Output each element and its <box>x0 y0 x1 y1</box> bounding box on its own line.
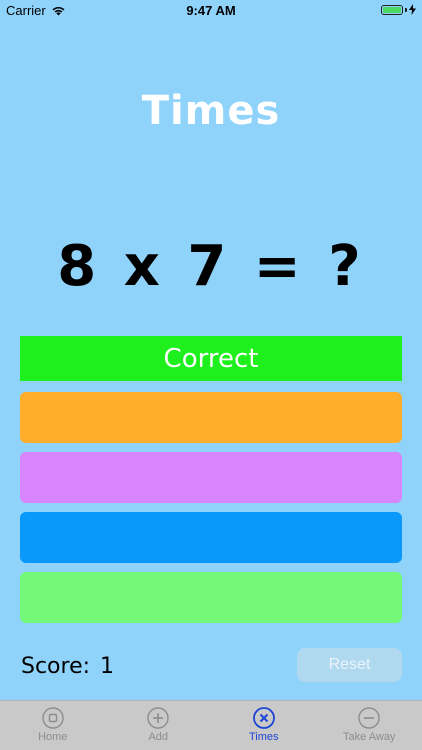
tab-home[interactable]: Home <box>0 701 106 750</box>
answer-feedback-bar: Correct <box>20 336 402 381</box>
score-value: 1 <box>100 654 115 679</box>
plus-circle-icon <box>147 707 169 729</box>
tab-label: Take Away <box>343 731 396 743</box>
charging-bolt-icon <box>409 4 416 15</box>
reset-label: Reset <box>328 656 371 673</box>
page-title: Times <box>141 88 281 134</box>
tab-label: Times <box>248 731 279 743</box>
status-time: 9:47 AM <box>186 3 236 18</box>
answer-button-orange[interactable] <box>20 392 402 443</box>
score-label: Score: <box>21 654 91 679</box>
reset-button[interactable]: Reset <box>297 648 402 682</box>
tab-label: Home <box>38 731 68 743</box>
tab-label: Add <box>148 731 169 743</box>
answer-button-green[interactable] <box>20 572 402 623</box>
answer-button-purple[interactable] <box>20 452 402 503</box>
score-display: Score: 1 <box>21 654 114 679</box>
status-bar: Carrier 9:47 AM <box>0 0 422 22</box>
minus-circle-icon <box>358 707 380 729</box>
times-circle-icon <box>252 707 275 729</box>
battery-icon <box>381 4 403 15</box>
tab-take-away[interactable]: Take Away <box>317 701 422 750</box>
answer-button-blue[interactable] <box>20 512 402 563</box>
battery-indicator <box>381 4 416 15</box>
tab-bar: Home Add Times Take Away <box>0 700 422 750</box>
feedback-label: Correct <box>163 343 259 374</box>
tab-times[interactable]: Times <box>211 701 317 750</box>
question-text: 8 x 7 = ? <box>57 234 365 299</box>
tab-add[interactable]: Add <box>106 701 212 750</box>
home-square-icon <box>42 707 64 729</box>
